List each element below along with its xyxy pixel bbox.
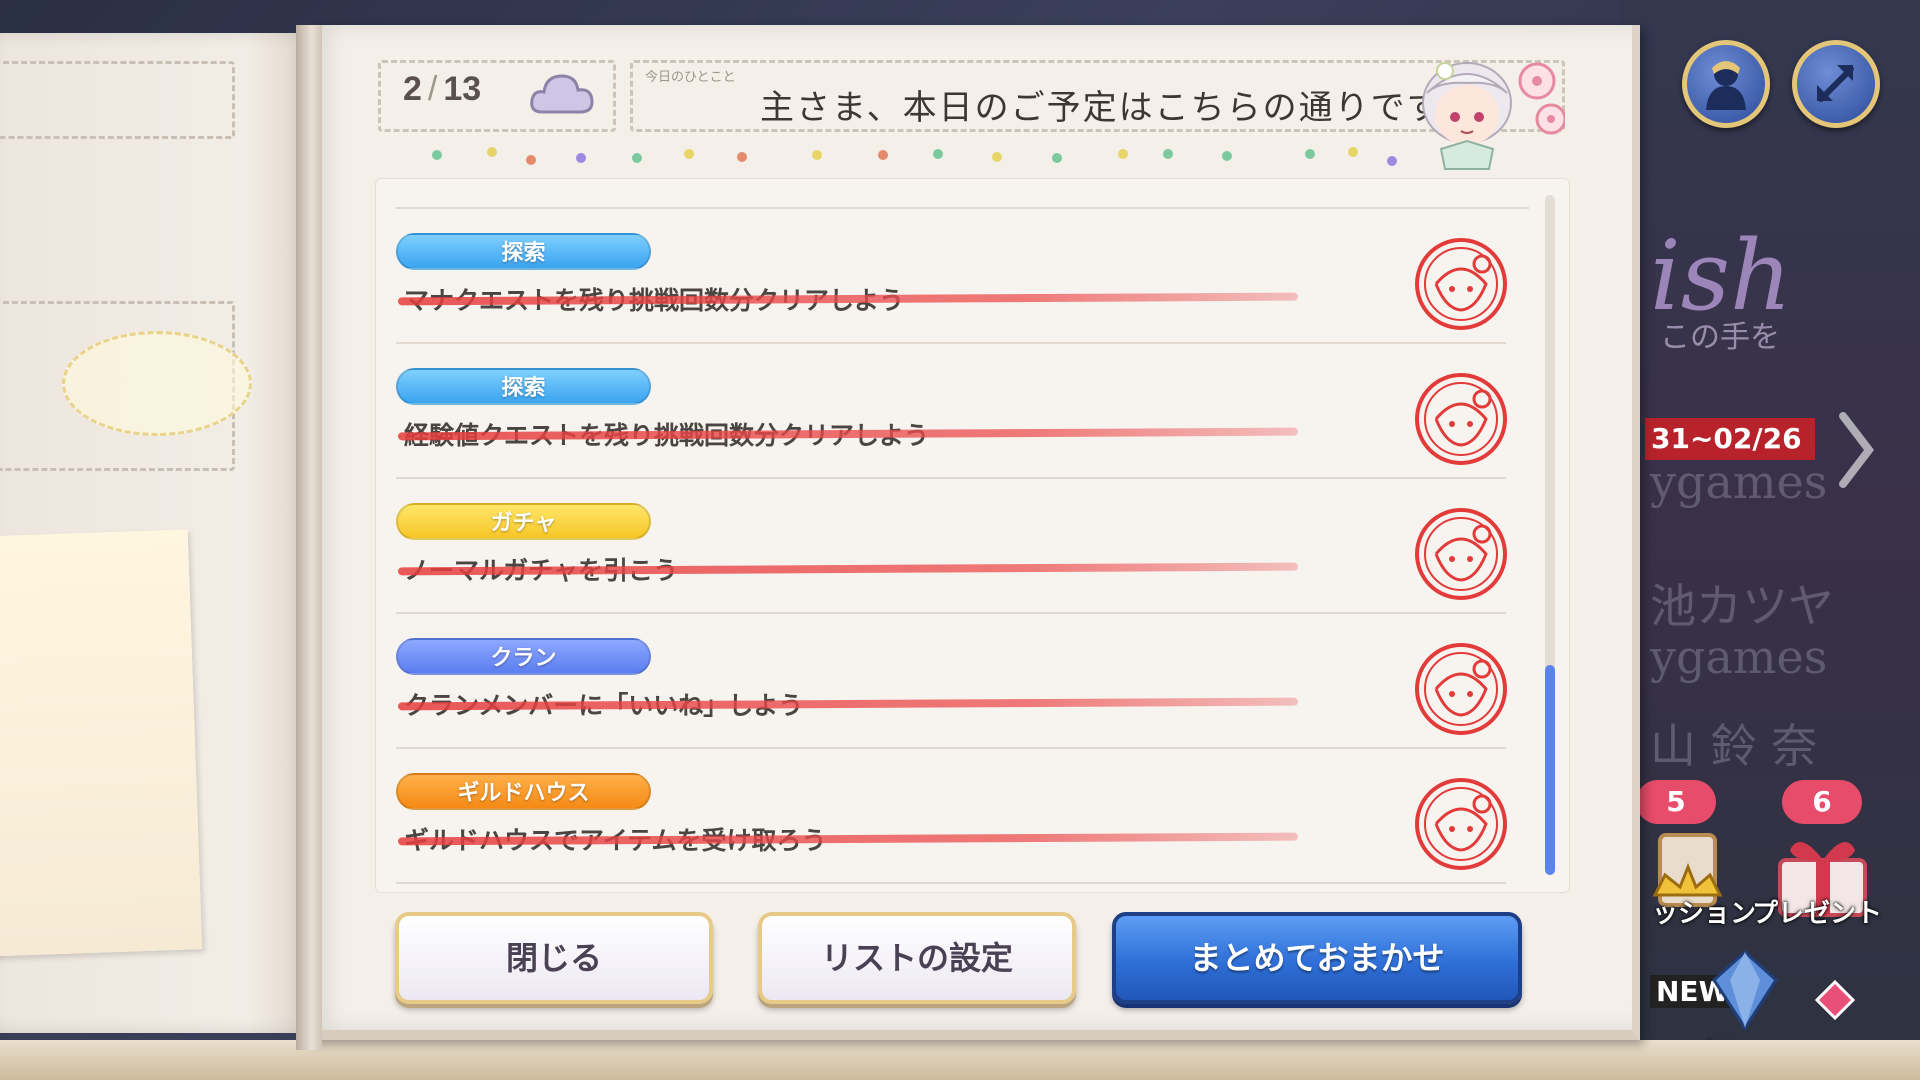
auto-complete-button[interactable]: まとめておまかせ — [1112, 912, 1522, 1004]
page-current: 2 — [403, 70, 422, 108]
cloud-icon — [530, 74, 594, 114]
present-count-badge: 6 — [1782, 780, 1862, 824]
task-row: ギルドハウス ギルドハウスでアイテムを受け取ろう — [376, 749, 1546, 884]
background-event-period: 31~02/26 — [1645, 418, 1815, 460]
category-tag: ガチャ — [396, 503, 651, 540]
present-label[interactable]: プレゼント — [1752, 893, 1882, 930]
category-tag: 探索 — [396, 233, 651, 270]
left-page-speech-bubble — [62, 331, 252, 436]
left-page-sticky-note — [0, 529, 203, 957]
left-page — [0, 33, 310, 1033]
completed-stamp-icon — [1415, 373, 1507, 465]
list-settings-button[interactable]: リストの設定 — [758, 912, 1076, 1004]
expand-arrows-icon — [1817, 65, 1854, 102]
background-credit: ygames — [1650, 455, 1828, 509]
completed-stamp-icon — [1415, 778, 1507, 870]
pink-diamond-icon — [1815, 980, 1855, 1020]
category-tag: ギルドハウス — [396, 773, 651, 810]
mission-count-badge: 5 — [1636, 780, 1716, 824]
message-caption: 今日のひとこと — [645, 70, 736, 85]
character-silhouette-icon — [1706, 61, 1746, 110]
next-banner-chevron-icon[interactable] — [1835, 410, 1875, 490]
page-separator: / — [427, 70, 438, 108]
menu-crystal-icon[interactable] — [1710, 950, 1780, 1030]
left-page-frame — [0, 61, 235, 139]
book-spine — [296, 25, 322, 1050]
completed-stamp-icon — [1415, 643, 1507, 735]
task-row: 探索 マナクエストを残り挑戦回数分クリアしよう — [376, 209, 1546, 344]
fullscreen-button[interactable] — [1792, 40, 1880, 128]
assistant-message: 主さま、本日のご予定はこちらの通りです。 — [760, 88, 1476, 128]
page-total: 13 — [443, 70, 482, 108]
category-tag: クラン — [396, 638, 651, 675]
task-list[interactable]: 探索 マナクエストを残り挑戦回数分クリアしよう 探索 経験値クエストを残り挑戦回… — [375, 178, 1570, 893]
background-credit: 池カツヤ — [1650, 579, 1834, 633]
background-credit: ygames — [1650, 630, 1828, 684]
flower-icon — [1518, 62, 1565, 135]
completed-stamp-icon — [1415, 508, 1507, 600]
character-button[interactable] — [1682, 40, 1770, 128]
completed-stamp-icon — [1415, 238, 1507, 330]
row-divider — [396, 882, 1506, 884]
task-row: 探索 経験値クエストを残り挑戦回数分クリアしよう — [376, 344, 1546, 479]
list-scrollbar-thumb[interactable] — [1545, 665, 1555, 875]
category-tag: 探索 — [396, 368, 651, 405]
kokkoro-chibi-avatar — [1422, 62, 1565, 170]
mission-label[interactable]: ッション — [1652, 893, 1756, 930]
task-row: ガチャ ノーマルガチャを引こう — [376, 479, 1546, 614]
background-event-subtitle: この手を — [1660, 320, 1780, 355]
page-counter: 2/13 — [403, 70, 481, 109]
task-row: クラン クランメンバーに「いいね」しよう — [376, 614, 1546, 749]
background-credit: 山 鈴 奈 — [1650, 719, 1818, 773]
close-button[interactable]: 閉じる — [395, 912, 713, 1004]
